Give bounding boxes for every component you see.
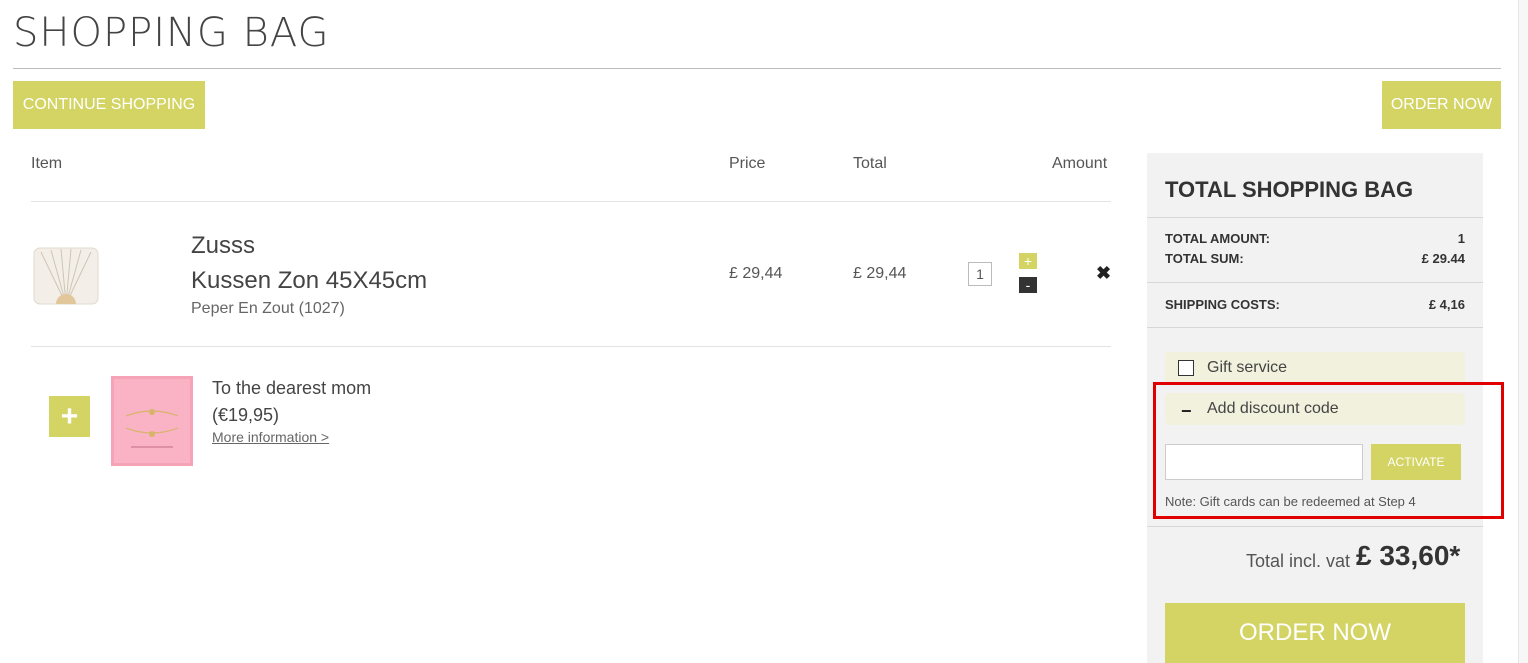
shipping-costs-value: £ 4,16 bbox=[1428, 297, 1465, 312]
summary-divider bbox=[1147, 282, 1483, 283]
remove-item-icon[interactable]: ✖ bbox=[1096, 263, 1111, 284]
add-upsell-button[interactable]: + bbox=[49, 396, 90, 437]
column-header-total: Total bbox=[853, 155, 887, 172]
order-now-top-button[interactable]: ORDER NOW bbox=[1382, 81, 1501, 129]
total-amount-label: TOTAL AMOUNT: bbox=[1165, 231, 1270, 246]
quantity-input[interactable]: 1 bbox=[968, 262, 992, 286]
gift-service-option[interactable]: Gift service bbox=[1165, 352, 1465, 384]
quantity-decrease-button[interactable]: - bbox=[1019, 277, 1037, 293]
gift-service-label: Gift service bbox=[1207, 359, 1288, 376]
highlight-box bbox=[1153, 382, 1504, 519]
column-header-amount: Amount bbox=[1052, 155, 1108, 172]
product-variant: Peper En Zout (1027) bbox=[191, 300, 345, 317]
summary-title: TOTAL SHOPPING BAG bbox=[1165, 177, 1414, 202]
item-divider bbox=[31, 346, 1111, 347]
upsell-image[interactable] bbox=[111, 376, 193, 466]
summary-divider bbox=[1147, 217, 1483, 218]
total-sum-label: TOTAL SUM: bbox=[1165, 251, 1244, 266]
continue-shopping-button[interactable]: CONTINUE SHOPPING bbox=[13, 81, 205, 129]
shipping-costs-label: SHIPPING COSTS: bbox=[1165, 297, 1280, 312]
product-name[interactable]: Kussen Zon 45X45cm bbox=[191, 267, 427, 295]
cushion-image bbox=[33, 247, 99, 305]
upsell-title: To the dearest mom (€19,95) bbox=[212, 378, 372, 425]
order-now-bottom-button[interactable]: ORDER NOW bbox=[1165, 603, 1465, 663]
title-divider bbox=[13, 68, 1501, 69]
page-title: SHOPPING BAG bbox=[13, 10, 330, 56]
product-price: £ 29,44 bbox=[729, 265, 783, 282]
bracelet-card-image bbox=[111, 376, 193, 466]
product-image[interactable] bbox=[31, 240, 101, 310]
product-brand: Zusss bbox=[191, 232, 256, 259]
upsell-more-info-link[interactable]: More information > bbox=[212, 429, 329, 445]
summary-divider bbox=[1147, 327, 1483, 328]
product-total: £ 29,44 bbox=[853, 265, 907, 282]
quantity-increase-button[interactable]: + bbox=[1019, 253, 1037, 269]
page-scrollbar[interactable] bbox=[1518, 0, 1528, 663]
gift-service-checkbox[interactable] bbox=[1178, 360, 1194, 376]
table-header-divider bbox=[31, 201, 1111, 202]
total-sum-value: £ 29.44 bbox=[1421, 251, 1465, 266]
column-header-price: Price bbox=[729, 155, 766, 172]
total-incl-vat-label: Total incl. vat bbox=[1246, 551, 1351, 571]
total-amount-value: 1 bbox=[1457, 231, 1465, 246]
total-incl-vat-value: £ 33,60* bbox=[1356, 540, 1461, 571]
summary-divider bbox=[1147, 526, 1483, 527]
column-header-item: Item bbox=[31, 155, 63, 172]
